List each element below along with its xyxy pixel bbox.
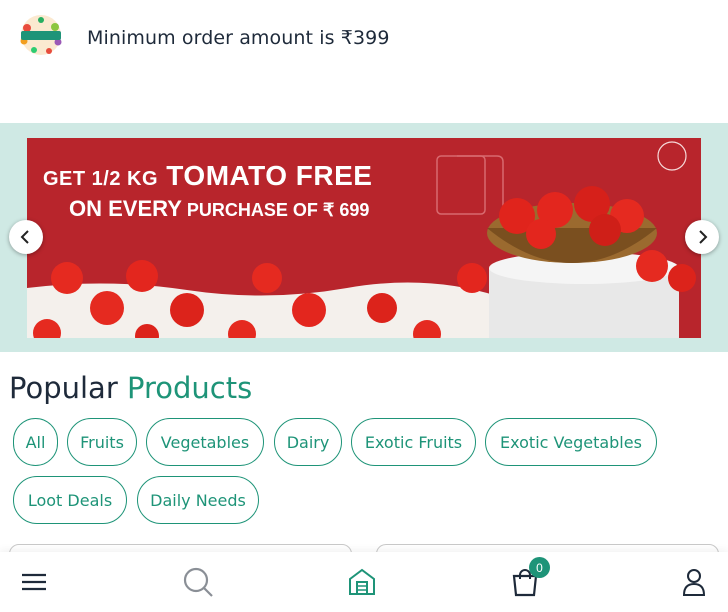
banner-headline: GET 1/2 KG TOMATO FREE ON EVERY PURCHASE…: [43, 160, 373, 221]
menu-icon: [22, 573, 46, 591]
chevron-right-icon: [699, 230, 708, 244]
menu-button[interactable]: [14, 562, 54, 602]
chip-all[interactable]: All: [13, 418, 58, 466]
search-icon: [183, 567, 213, 597]
promo-banner[interactable]: GET 1/2 KG TOMATO FREE ON EVERY PURCHASE…: [27, 138, 701, 338]
min-order-notice: Minimum order amount is ₹399: [87, 27, 390, 49]
chevron-left-icon: [20, 230, 29, 244]
chip-vegetables[interactable]: Vegetables: [146, 418, 264, 466]
chip-dairy[interactable]: Dairy: [274, 418, 342, 466]
home-button[interactable]: [342, 562, 382, 602]
cart-count-badge: 0: [529, 557, 550, 578]
chip-exotic-fruits[interactable]: Exotic Fruits: [351, 418, 476, 466]
search-button[interactable]: [178, 562, 218, 602]
bottom-nav: [0, 552, 728, 612]
popular-products-title: Popular Products: [9, 371, 253, 405]
user-icon: [682, 569, 706, 596]
account-button[interactable]: [674, 562, 714, 602]
home-icon: [349, 568, 375, 595]
chip-exotic-vegetables[interactable]: Exotic Vegetables: [485, 418, 657, 466]
chip-loot-deals[interactable]: Loot Deals: [13, 476, 127, 524]
chip-fruits[interactable]: Fruits: [67, 418, 137, 466]
banner-next-button[interactable]: [685, 220, 719, 254]
header: Minimum order amount is ₹399: [0, 0, 728, 80]
banner-prev-button[interactable]: [9, 220, 43, 254]
chip-daily-needs[interactable]: Daily Needs: [137, 476, 259, 524]
brand-logo[interactable]: [12, 12, 70, 58]
